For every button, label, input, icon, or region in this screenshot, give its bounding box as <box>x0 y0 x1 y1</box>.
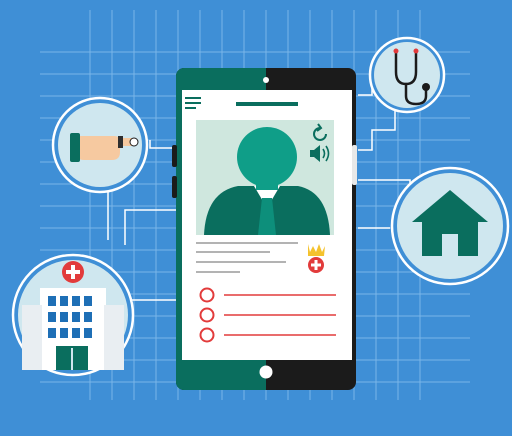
illustration-canvas <box>11 10 510 400</box>
home-bubble <box>390 166 510 286</box>
screen-title-bar <box>236 102 298 106</box>
phone-camera <box>263 77 269 83</box>
home-button[interactable] <box>259 365 273 379</box>
hospital-bubble <box>11 253 135 377</box>
stethoscope-chestpiece <box>422 83 430 91</box>
video-call-panel <box>196 120 334 235</box>
hand-pulse-bubble <box>51 96 149 194</box>
stethoscope-bubble <box>368 36 446 114</box>
telemedicine-illustration <box>0 0 512 436</box>
